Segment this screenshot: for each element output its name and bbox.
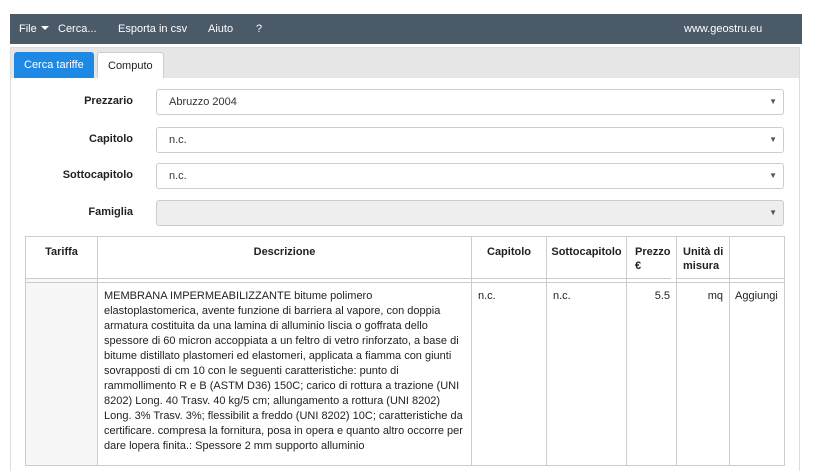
dropdown-arrow-icon: ▼	[769, 171, 777, 180]
file-menu[interactable]: File	[19, 14, 49, 44]
tab-computo[interactable]: Computo	[97, 52, 164, 78]
col-prezzo: Prezzo € 5.5	[627, 237, 677, 465]
header-descrizione: Descrizione	[98, 237, 471, 279]
menu-bar: File Cerca... Esporta in csv Aiuto ? www…	[10, 14, 802, 44]
cell-tariffa	[26, 282, 97, 465]
site-link[interactable]: www.geostru.eu	[684, 14, 762, 44]
dropdown-arrow-icon: ▼	[769, 208, 777, 217]
tab-cerca-tariffe[interactable]: Cerca tariffe	[14, 52, 94, 78]
col-azione: Aggiungi	[730, 237, 784, 465]
prezzario-value: Abruzzo 2004	[169, 96, 237, 108]
tab-bar: Cerca tariffe Computo	[11, 48, 799, 78]
cell-descrizione: MEMBRANA IMPERMEABILIZZANTE bitume polim…	[98, 282, 471, 465]
header-tariffa: Tariffa	[26, 237, 97, 279]
header-azione	[730, 237, 784, 279]
col-tariffa: Tariffa	[26, 237, 98, 465]
cell-prezzo: 5.5	[627, 282, 676, 465]
add-button[interactable]: Aggiungi	[730, 282, 784, 465]
tariffe-table: Tariffa Descrizione MEMBRANA IMPERMEABIL…	[25, 236, 785, 466]
sottocapitolo-select[interactable]: n.c. ▼	[156, 163, 784, 189]
col-descrizione: Descrizione MEMBRANA IMPERMEABILIZZANTE …	[98, 237, 472, 465]
about-menu[interactable]: ?	[256, 14, 262, 44]
help-menu[interactable]: Aiuto	[208, 14, 233, 44]
capitolo-label: Capitolo	[89, 133, 133, 145]
col-unita: Unità di misura mq	[677, 237, 730, 465]
capitolo-value: n.c.	[169, 134, 187, 146]
cell-sottocapitolo: n.c.	[547, 282, 626, 465]
famiglia-select: ▼	[156, 200, 784, 226]
search-menu[interactable]: Cerca...	[58, 14, 97, 44]
prezzario-select[interactable]: Abruzzo 2004 ▼	[156, 89, 784, 115]
dropdown-arrow-icon: ▼	[769, 97, 777, 106]
sottocapitolo-value: n.c.	[169, 170, 187, 182]
header-capitolo: Capitolo	[472, 237, 546, 279]
famiglia-label: Famiglia	[88, 206, 133, 218]
col-capitolo: Capitolo n.c.	[472, 237, 547, 465]
caret-down-icon	[40, 26, 49, 31]
sottocapitolo-label: Sottocapitolo	[62, 169, 133, 181]
cell-capitolo: n.c.	[472, 282, 546, 465]
cell-unita: mq	[677, 282, 729, 465]
main-panel: Cerca tariffe Computo Prezzario Abruzzo …	[10, 47, 800, 471]
export-csv-menu[interactable]: Esporta in csv	[118, 14, 187, 44]
col-sottocapitolo: Sottocapitolo n.c.	[547, 237, 627, 465]
header-sottocapitolo: Sottocapitolo	[547, 237, 626, 279]
header-prezzo: Prezzo €	[627, 237, 671, 279]
prezzario-label: Prezzario	[84, 95, 133, 107]
header-unita: Unità di misura	[677, 237, 729, 279]
capitolo-select[interactable]: n.c. ▼	[156, 127, 784, 153]
dropdown-arrow-icon: ▼	[769, 135, 777, 144]
file-menu-label: File	[19, 23, 37, 35]
